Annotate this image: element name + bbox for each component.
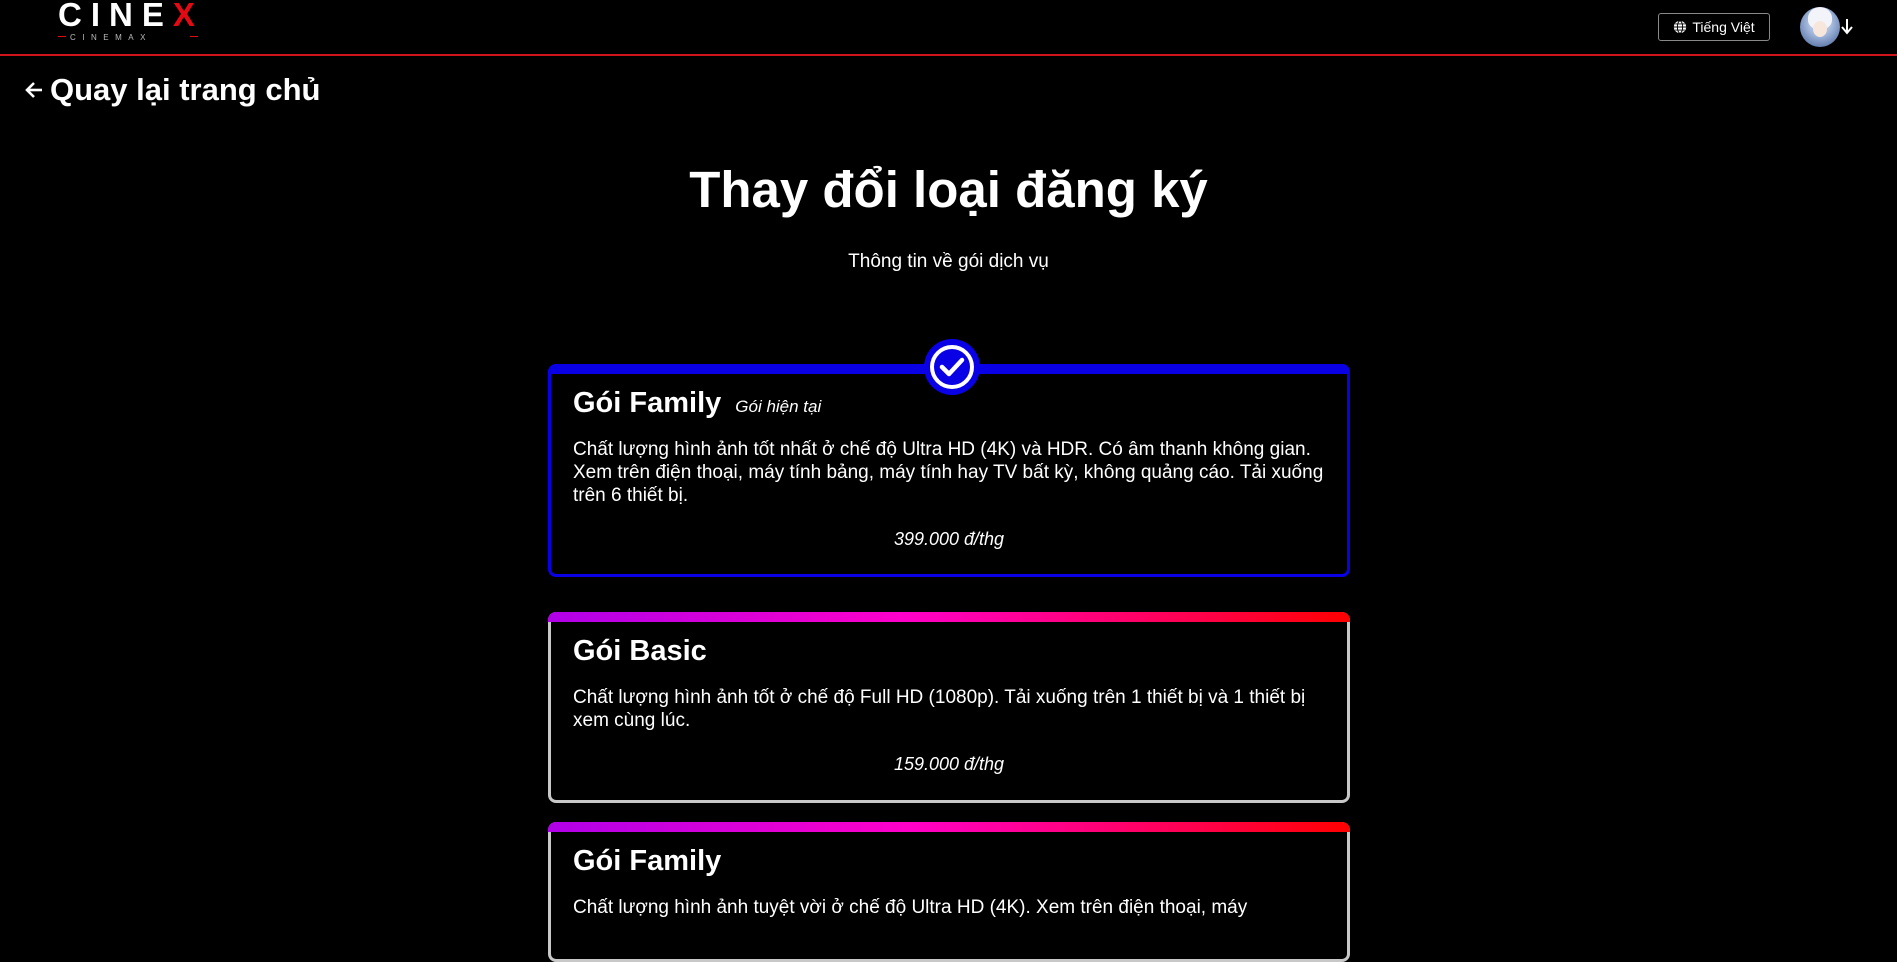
plan-name: Gói Basic — [573, 635, 707, 667]
language-label: Tiếng Việt — [1692, 19, 1755, 35]
check-circle-icon — [930, 345, 974, 389]
arrow-left-icon — [25, 82, 42, 98]
plan-name: Gói Family — [573, 387, 722, 419]
plan-header: Gói Family Gói hiện tại — [573, 387, 1325, 420]
arrow-down-icon[interactable] — [1840, 16, 1854, 36]
plan-card-family[interactable]: Gói Family Chất lượng hình ảnh tuyệt vời… — [548, 822, 1350, 962]
current-plan-tag: Gói hiện tại — [735, 397, 822, 416]
plan-header: Gói Basic — [573, 635, 1325, 668]
page-title: Thay đổi loại đăng ký — [689, 161, 1208, 218]
back-to-home-link[interactable]: Quay lại trang chủ — [24, 72, 320, 108]
plan-name: Gói Family — [573, 845, 722, 877]
plan-card-current[interactable]: Gói Family Gói hiện tại Chất lượng hình … — [548, 339, 1350, 577]
language-selector-button[interactable]: Tiếng Việt — [1658, 13, 1770, 41]
plan-header: Gói Family — [573, 845, 1325, 878]
logo-tagline: CINEMAX — [70, 33, 152, 42]
top-navigation-bar: CINEX CINEMAX Tiếng Việt — [0, 0, 1897, 56]
user-avatar[interactable] — [1800, 7, 1840, 47]
plan-price: 159.000 đ/thg — [893, 754, 1005, 774]
plan-card-top-bar — [548, 612, 1350, 622]
page-subtitle: Thông tin về gói dịch vụ — [848, 251, 1049, 272]
cinex-logo[interactable]: CINEX CINEMAX — [58, 0, 198, 44]
plan-card-top-bar — [548, 822, 1350, 832]
plan-description: Chất lượng hình ảnh tốt ở chế độ Full HD… — [573, 687, 1306, 731]
back-link-label: Quay lại trang chủ — [50, 72, 321, 107]
plan-description: Chất lượng hình ảnh tốt nhất ở chế độ Ul… — [573, 439, 1324, 506]
globe-icon — [1674, 20, 1687, 34]
plan-card-basic[interactable]: Gói Basic Chất lượng hình ảnh tốt ở chế … — [548, 612, 1350, 803]
plan-price: 399.000 đ/thg — [893, 529, 1005, 549]
logo-wordmark: CINEX — [58, 0, 204, 33]
